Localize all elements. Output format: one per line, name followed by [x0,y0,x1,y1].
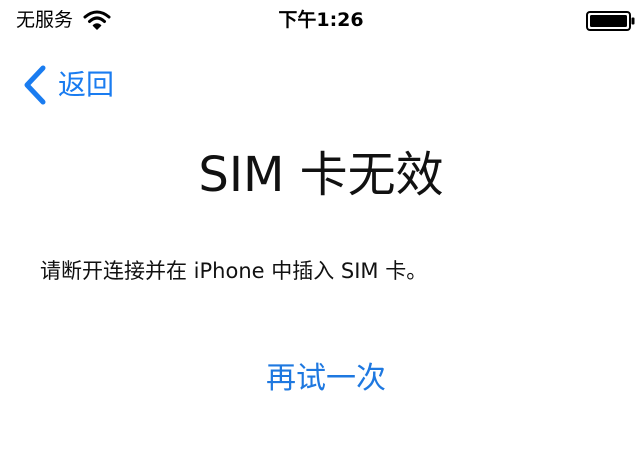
page-title: SIM 卡无效 [198,147,444,203]
status-time: 下午1:26 [278,9,364,31]
back-button[interactable]: 返回 [22,64,114,106]
navigation-bar: 返回 [0,58,642,110]
retry-button[interactable]: 再试一次 [0,356,642,402]
chevron-left-icon [24,65,46,105]
battery-icon [586,11,635,31]
back-button-label: 返回 [58,68,115,101]
instruction-message: 请断开连接并在 iPhone 中插入 SIM 卡。 [40,259,428,283]
status-bar: 无服务 下午1:26 [0,0,642,40]
